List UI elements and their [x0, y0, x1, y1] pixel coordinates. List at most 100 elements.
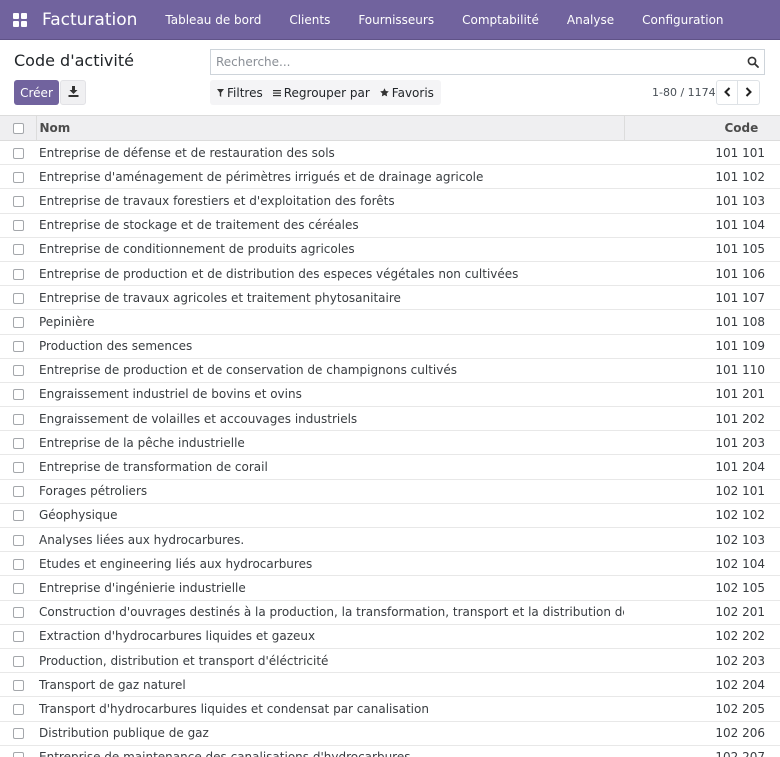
row-name[interactable]: Construction d'ouvrages destinés à la pr…	[36, 600, 624, 624]
table-row[interactable]: Forages pétroliers 102 101	[0, 479, 780, 504]
table-row[interactable]: Etudes et engineering liés aux hydrocarb…	[0, 552, 780, 576]
row-code[interactable]: 101 101	[624, 141, 780, 165]
row-code[interactable]: 101 202	[624, 407, 780, 431]
row-checkbox[interactable]	[13, 147, 24, 159]
row-name[interactable]: Entreprise de travaux agricoles et trait…	[36, 286, 624, 310]
row-name[interactable]: Etudes et engineering liés aux hydrocarb…	[36, 552, 624, 576]
row-name[interactable]: Géophysique	[36, 503, 624, 527]
table-row[interactable]: Entreprise de la pêche industrielle 101 2…	[0, 431, 780, 455]
row-name[interactable]: Entreprise de la pêche industrielle	[36, 431, 624, 455]
row-name[interactable]: Engraissement de volailles et accouvages…	[36, 407, 624, 431]
table-row[interactable]: Engraissement industriel de bovins et ov…	[0, 382, 780, 407]
table-row[interactable]: Transport d'hydrocarbures liquides et co…	[0, 697, 780, 721]
row-checkbox[interactable]	[13, 244, 24, 256]
export-button[interactable]	[60, 80, 86, 105]
row-code[interactable]: 102 203	[624, 648, 780, 672]
row-code[interactable]: 102 206	[624, 721, 780, 745]
create-button[interactable]: Créer	[14, 80, 59, 105]
menu-tableau-de-bord[interactable]: Tableau de bord	[151, 0, 275, 40]
row-name[interactable]: Transport de gaz naturel	[36, 673, 624, 697]
row-checkbox[interactable]	[13, 582, 24, 594]
row-checkbox[interactable]	[13, 534, 24, 546]
row-name[interactable]: Entreprise de maintenance des canalisati…	[36, 745, 624, 757]
row-code[interactable]: 102 104	[624, 552, 780, 576]
table-row[interactable]: Analyses liées aux hydrocarbures. 102 103	[0, 528, 780, 552]
row-name[interactable]: Pepinière	[36, 310, 624, 334]
row-name[interactable]: Entreprise de travaux forestiers et d'ex…	[36, 189, 624, 213]
row-name[interactable]: Entreprise de stockage et de traitement …	[36, 213, 624, 237]
row-checkbox[interactable]	[13, 607, 24, 619]
table-row[interactable]: Entreprise de maintenance des canalisati…	[0, 745, 780, 757]
row-code[interactable]: 101 106	[624, 261, 780, 285]
row-code[interactable]: 101 110	[624, 358, 780, 382]
row-code[interactable]: 101 107	[624, 286, 780, 310]
table-row[interactable]: Entreprise de transformation de corail 10…	[0, 455, 780, 480]
row-checkbox[interactable]	[13, 389, 24, 401]
row-checkbox[interactable]	[13, 655, 24, 667]
row-code[interactable]: 102 102	[624, 503, 780, 527]
table-row[interactable]: Entreprise de production et de conservat…	[0, 358, 780, 383]
row-code[interactable]: 102 205	[624, 697, 780, 721]
row-name[interactable]: Extraction d'hydrocarbures liquides et g…	[36, 624, 624, 648]
row-name[interactable]: Production, distribution et transport d'…	[36, 648, 624, 672]
table-row[interactable]: Géophysique 102 102	[0, 503, 780, 528]
row-code[interactable]: 101 105	[624, 237, 780, 261]
row-checkbox[interactable]	[13, 365, 24, 377]
row-checkbox[interactable]	[13, 220, 24, 232]
row-checkbox[interactable]	[13, 462, 24, 474]
column-header-name[interactable]: Nom	[35, 115, 624, 141]
row-checkbox[interactable]	[13, 171, 24, 183]
row-name[interactable]: Transport d'hydrocarbures liquides et co…	[36, 697, 624, 721]
table-row[interactable]: Construction d'ouvrages destinés à la pr…	[0, 600, 780, 625]
pager-previous-button[interactable]	[716, 80, 738, 105]
row-name[interactable]: Forages pétroliers	[36, 479, 624, 503]
column-header-code[interactable]: Code	[623, 115, 780, 141]
row-code[interactable]: 102 101	[624, 479, 780, 503]
row-code[interactable]: 102 202	[624, 624, 780, 648]
row-code[interactable]: 102 103	[624, 528, 780, 552]
app-title[interactable]: Facturation	[42, 10, 137, 30]
row-code[interactable]: 101 108	[624, 310, 780, 334]
row-checkbox[interactable]	[13, 558, 24, 570]
row-checkbox[interactable]	[13, 752, 24, 757]
row-checkbox[interactable]	[13, 486, 24, 498]
table-row[interactable]: Distribution publique de gaz 102 206	[0, 721, 780, 746]
table-row[interactable]: Entreprise de production et de distribut…	[0, 261, 780, 286]
table-row[interactable]: Extraction d'hydrocarbures liquides et g…	[0, 624, 780, 649]
row-name[interactable]: Analyses liées aux hydrocarbures.	[36, 528, 624, 552]
search-icon[interactable]	[742, 50, 764, 74]
row-checkbox[interactable]	[13, 510, 24, 522]
table-row[interactable]: Entreprise de conditionnement de produit…	[0, 237, 780, 262]
menu-fournisseurs[interactable]: Fournisseurs	[344, 0, 448, 40]
table-row[interactable]: Entreprise de défense et de restauration…	[0, 141, 780, 165]
row-name[interactable]: Distribution publique de gaz	[36, 721, 624, 745]
row-name[interactable]: Entreprise de production et de distribut…	[36, 261, 624, 285]
search-input[interactable]	[211, 50, 742, 74]
menu-comptabilite[interactable]: Comptabilité	[448, 0, 553, 40]
row-name[interactable]: Entreprise de défense et de restauration…	[36, 141, 624, 165]
row-checkbox[interactable]	[13, 728, 24, 740]
table-row[interactable]: Pepinière 101 108	[0, 310, 780, 334]
menu-clients[interactable]: Clients	[275, 0, 344, 40]
row-checkbox[interactable]	[13, 341, 24, 353]
row-code[interactable]: 102 207	[624, 745, 780, 757]
select-all-checkbox[interactable]	[13, 123, 24, 134]
table-row[interactable]: Engraissement de volailles et accouvages…	[0, 407, 780, 431]
row-code[interactable]: 102 204	[624, 673, 780, 697]
apps-menu-button[interactable]	[0, 0, 40, 40]
row-code[interactable]: 101 104	[624, 213, 780, 237]
row-checkbox[interactable]	[13, 413, 24, 425]
row-code[interactable]: 102 201	[624, 600, 780, 624]
table-row[interactable]: Entreprise d'ingénierie industrielle 102 …	[0, 576, 780, 601]
row-checkbox[interactable]	[13, 292, 24, 304]
table-row[interactable]: Transport de gaz naturel 102 204	[0, 673, 780, 697]
row-name[interactable]: Entreprise d'aménagement de périmètres i…	[36, 165, 624, 189]
row-name[interactable]: Production des semences	[36, 334, 624, 358]
filters-button[interactable]: Filtres	[212, 80, 268, 105]
row-checkbox[interactable]	[13, 703, 24, 715]
pager-value[interactable]: 1-80 / 1174	[652, 86, 716, 99]
pager-next-button[interactable]	[738, 80, 760, 105]
table-row[interactable]: Production des semences 101 109	[0, 334, 780, 359]
row-checkbox[interactable]	[13, 679, 24, 691]
table-row[interactable]: Entreprise de stockage et de traitement …	[0, 213, 780, 238]
